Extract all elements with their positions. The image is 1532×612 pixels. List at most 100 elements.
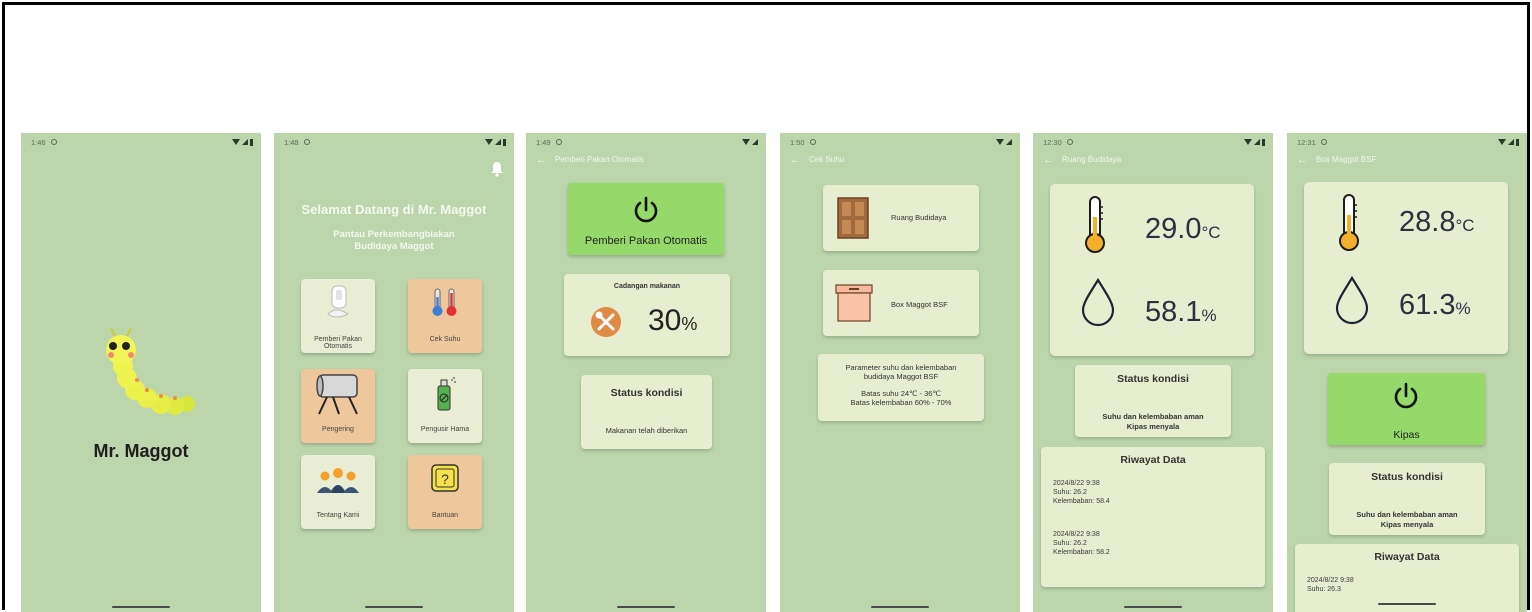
history-date: 2024/8/22 9:38	[1053, 531, 1100, 538]
humidity-unit: %	[1201, 306, 1217, 325]
humidity-readout: 58.1%	[1145, 296, 1217, 329]
notification-icon	[303, 139, 310, 145]
ruang-budidaya-screen: 12:30 ← Ruang Budidaya 29.0°C 58.1% Stat…	[1033, 133, 1273, 612]
tile-pest-label: Pengusir Hama	[420, 426, 470, 433]
history-card[interactable]: Riwayat Data 2024/8/22 9:38 Suhu: 26.3	[1295, 544, 1519, 612]
status-line-2: Kipas menyala	[1126, 422, 1180, 431]
tile-pest[interactable]: Pengusir Hama	[408, 369, 482, 443]
temperature-unit: °C	[1201, 223, 1221, 242]
temperature-readout: 28.8°C	[1399, 206, 1475, 239]
power-icon	[634, 196, 658, 223]
welcome-subtitle-2: Budidaya Maggot	[354, 241, 434, 252]
back-arrow-icon[interactable]: ←	[1297, 154, 1308, 165]
status-line-1: Suhu dan kelembaban aman	[1356, 510, 1458, 519]
app-bar: ← Pemberi Pakan Otomatis	[536, 154, 644, 165]
info-line-1: Parameter suhu dan kelembaban	[845, 363, 957, 372]
signal-icons	[742, 139, 758, 145]
option-ruang-budidaya[interactable]: Ruang Budidaya	[823, 185, 979, 251]
history-entry: 2024/8/22 9:38 Suhu: 26.3	[1307, 576, 1354, 594]
feeder-power-button[interactable]: Pemberi Pakan Otomatis	[568, 183, 724, 255]
thermometer-icon	[1339, 194, 1359, 251]
notification-icon	[1320, 139, 1327, 145]
screen-title: Cek Suhu	[809, 155, 845, 164]
tile-help[interactable]: ? Bantuan	[408, 455, 482, 529]
status-text: Makanan telah diberikan	[605, 426, 688, 435]
status-card: Status kondisi Makanan telah diberikan	[581, 375, 712, 449]
home-indicator[interactable]	[112, 606, 170, 608]
temperature-readout: 29.0°C	[1145, 213, 1221, 246]
home-indicator[interactable]	[365, 606, 423, 608]
back-arrow-icon[interactable]: ←	[1043, 154, 1054, 165]
bell-icon[interactable]	[490, 161, 504, 177]
humidity-readout: 61.3%	[1399, 289, 1471, 322]
clock: 12:31	[1297, 137, 1316, 147]
home-indicator[interactable]	[871, 606, 929, 608]
tile-dryer[interactable]: Pengering	[301, 369, 375, 443]
history-title: Riwayat Data	[1374, 551, 1440, 563]
history-title: Riwayat Data	[1120, 454, 1186, 466]
tile-temp-label: Cek Suhu	[429, 336, 461, 343]
clock: 12:30	[1043, 137, 1062, 147]
thermometer-icon	[1085, 196, 1105, 253]
info-line-2: budidaya Maggot BSF	[863, 372, 939, 381]
screen-title: Ruang Budidaya	[1062, 155, 1122, 164]
humidity-drop-icon	[1335, 275, 1369, 325]
status-line-2: Kipas menyala	[1380, 520, 1434, 529]
dryer-icon	[316, 374, 358, 415]
reserve-readout: 30%	[648, 304, 697, 338]
history-temp: Suhu: 26.3	[1307, 586, 1341, 593]
pest-spray-icon	[437, 377, 456, 411]
home-indicator[interactable]	[1378, 603, 1436, 605]
tile-temp-check[interactable]: Cek Suhu	[408, 279, 482, 353]
tile-about-label: Tentang Kami	[316, 512, 360, 519]
fan-label: Kipas	[1393, 429, 1420, 441]
clock: 1:49	[536, 137, 551, 147]
door-icon	[837, 197, 869, 239]
history-temp: Suhu: 26.2	[1053, 540, 1087, 547]
food-reserve-card: Cadangan makanan 30%	[564, 274, 730, 356]
power-icon	[1394, 382, 1418, 409]
tile-feeder[interactable]: Pemberi Pakan Otomatis	[301, 279, 375, 353]
thermometer-icon	[432, 288, 457, 316]
history-card[interactable]: Riwayat Data 2024/8/22 9:38 Suhu: 26.2 K…	[1041, 447, 1265, 587]
signal-icons	[1498, 138, 1519, 146]
app-bar: ← Ruang Budidaya	[1043, 154, 1122, 165]
sensor-card: 28.8°C 61.3%	[1304, 182, 1508, 354]
home-indicator[interactable]	[617, 606, 675, 608]
history-humidity: Kelembaban: 58.4	[1053, 498, 1110, 505]
notification-icon	[809, 139, 816, 145]
app-title: Mr. Maggot	[93, 441, 189, 461]
box-maggot-screen: 12:31 ← Box Maggot BSF 28.8°C 61.3% Kipa…	[1287, 133, 1527, 612]
back-arrow-icon[interactable]: ←	[790, 154, 801, 165]
tile-about[interactable]: Tentang Kami	[301, 455, 375, 529]
feeder-button-label: Pemberi Pakan Otomatis	[584, 235, 708, 247]
status-card: Status kondisi Suhu dan kelembaban aman …	[1075, 365, 1231, 437]
option-box-maggot[interactable]: Box Maggot BSF	[823, 270, 979, 336]
status-bar: 1:49	[536, 136, 758, 148]
temperature-value: 28.8	[1399, 206, 1456, 238]
fan-toggle-button[interactable]: Kipas	[1328, 373, 1485, 445]
info-line-3: Batas suhu 24℃ - 36℃	[861, 389, 941, 398]
app-bar: ← Box Maggot BSF	[1297, 154, 1376, 165]
home-indicator[interactable]	[1124, 606, 1182, 608]
tile-dryer-label: Pengering	[322, 426, 354, 433]
notification-icon	[555, 139, 562, 145]
food-icon	[591, 307, 621, 337]
signal-icons	[996, 139, 1012, 145]
history-entry: 2024/8/22 9:38 Suhu: 26.2 Kelembaban: 58…	[1053, 530, 1110, 557]
status-bar: 1:46	[31, 136, 253, 148]
reserve-value: 30	[648, 304, 682, 337]
humidity-value: 58.1	[1145, 296, 1202, 328]
temp-check-screen: 1:50 ← Cek Suhu Ruang Budidaya Box Maggo…	[780, 133, 1020, 612]
option-box-label: Box Maggot BSF	[891, 300, 948, 309]
history-date: 2024/8/22 9:38	[1307, 577, 1354, 584]
temperature-value: 29.0	[1145, 213, 1202, 245]
history-entry: 2024/8/22 9:38 Suhu: 26.2 Kelembaban: 58…	[1053, 479, 1110, 506]
box-icon	[835, 284, 873, 322]
reserve-label: Cadangan makanan	[613, 283, 681, 290]
humidity-value: 61.3	[1399, 289, 1456, 321]
back-arrow-icon[interactable]: ←	[536, 154, 547, 165]
welcome-title: Selamat Datang di Mr. Maggot	[301, 202, 487, 217]
team-icon	[317, 468, 359, 493]
tile-feeder-label-2: Otomatis	[323, 343, 352, 350]
